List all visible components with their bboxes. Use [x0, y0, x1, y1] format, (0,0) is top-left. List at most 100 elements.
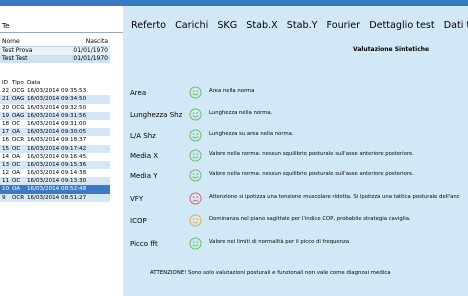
- metric-description: Valore nei limiti di normalità per il pi…: [209, 239, 350, 245]
- exam-id: 19: [2, 112, 10, 119]
- col-name-header[interactable]: Nome: [2, 38, 56, 46]
- smiley-happy-icon: [189, 237, 202, 250]
- exam-type: OAG: [12, 112, 25, 119]
- exam-row[interactable]: 21 OAG 16/03/2014 09:34:50: [0, 95, 110, 104]
- report-row: ICOP Dominanza nel piano sagittale per l'…: [123, 214, 468, 232]
- col-birth-header[interactable]: Nascita: [56, 38, 110, 46]
- exam-type: OC: [12, 120, 21, 127]
- tab-referto[interactable]: Referto: [131, 20, 166, 31]
- exam-id: 9: [2, 194, 6, 201]
- sidebar: Te Nome Nascita Test Prova 01/01/1970 Te…: [0, 6, 123, 296]
- patient-name: Test Test: [2, 55, 28, 62]
- exam-id: 20: [2, 104, 10, 111]
- col-id-header[interactable]: ID: [2, 79, 12, 87]
- exam-date: 16/03/2014 09:30:05: [27, 129, 87, 136]
- exam-row[interactable]: 22 OCG 16/03/2014 09:35:53: [0, 87, 110, 95]
- patient-row[interactable]: Test Prova 01/01/1970: [0, 47, 110, 55]
- disclaimer-text: ATTENZIONE! Sono solo valutazioni postur…: [150, 270, 391, 276]
- patient-name: Test Prova: [2, 47, 33, 54]
- exam-type: OCG: [12, 88, 25, 95]
- tab-carichi[interactable]: Carichi: [175, 20, 208, 31]
- smiley-happy-icon: [189, 149, 202, 162]
- smiley-happy-icon: [189, 108, 202, 121]
- exam-row[interactable]: 18 OC 16/03/2014 09:31:00: [0, 120, 110, 128]
- search-input[interactable]: Te: [0, 20, 123, 33]
- exam-type: OC: [12, 178, 21, 185]
- metric-description: Attenzione si ipotizza una tensione musc…: [209, 194, 460, 200]
- exam-row[interactable]: 14 OA 16/03/2014 09:16:45: [0, 153, 110, 161]
- exam-type: OCG: [12, 104, 25, 111]
- exam-type: OA: [12, 170, 21, 177]
- metric-label: Media Y: [130, 172, 158, 180]
- report-row: L/A Shz Lunghezza su area nella norma.: [123, 129, 468, 147]
- exam-id: 12: [2, 170, 10, 177]
- exams-header: ID Tipo Data: [0, 79, 110, 87]
- exam-row[interactable]: 9 OCR 16/03/2014 08:51:27: [0, 193, 110, 202]
- report-row: Media X Valore nella norma: nessun squili…: [123, 149, 468, 167]
- tab-bar: Referto Carichi SKG Stab.X Stab.Y Fourie…: [131, 20, 468, 31]
- exam-date: 16/03/2014 09:34:50: [27, 96, 87, 103]
- exam-date: 16/03/2014 09:13:30: [27, 178, 87, 185]
- patient-row[interactable]: Test Test 01/01/1970: [0, 55, 110, 63]
- section-title: Valutazione Sintetiche: [353, 46, 430, 53]
- metric-description: Lunghezza nella norma.: [209, 110, 273, 116]
- report-row: Picco fft Valore nei limiti di normalità …: [123, 237, 468, 255]
- exam-row[interactable]: 13 OC 16/03/2014 09:15:36: [0, 160, 110, 170]
- exam-id: 17: [2, 129, 10, 136]
- exam-id: 22: [2, 88, 10, 95]
- tab-dettaglio-test[interactable]: Dettaglio test: [369, 20, 434, 31]
- report-row: Media Y Valore nella norma: nessun squili…: [123, 169, 468, 187]
- col-type-header[interactable]: Tipo: [12, 79, 27, 87]
- report-row: Area Area nella norma: [123, 86, 468, 104]
- metric-description: Valore nella norma: nessun squilibrio po…: [209, 151, 414, 157]
- exam-row[interactable]: 20 OCG 16/03/2014 09:32:50: [0, 104, 110, 112]
- smiley-neutral-icon: [189, 214, 202, 227]
- tab-stab-y[interactable]: Stab.Y: [287, 20, 318, 31]
- exam-row[interactable]: 12 OA 16/03/2014 09:14:38: [0, 169, 110, 177]
- exam-date: 16/03/2014 09:17:42: [27, 145, 87, 152]
- report-row: Lunghezza Shz Lunghezza nella norma.: [123, 108, 468, 126]
- exam-id: 10: [2, 186, 10, 193]
- tab-dati-test[interactable]: Dati test: [444, 20, 468, 31]
- exam-row[interactable]: 16 OCR 16/03/2014 09:18:37: [0, 136, 110, 144]
- exams-table: ID Tipo Data 22 OCG 16/03/2014 09:35:53 21 O…: [0, 79, 110, 202]
- exam-type: OA: [12, 129, 21, 136]
- exam-row[interactable]: 10 OA 16/03/2014 08:52:48: [0, 185, 110, 194]
- exam-id: 14: [2, 153, 10, 160]
- exam-date: 16/03/2014 09:16:45: [27, 153, 87, 160]
- metric-description: Dominanza nel piano sagittale per l'indi…: [209, 216, 411, 222]
- patient-birth: 01/01/1970: [73, 55, 108, 62]
- metric-label: Lunghezza Shz: [130, 111, 183, 119]
- exam-type: OCR: [12, 137, 25, 144]
- tab-skg[interactable]: SKG: [217, 20, 237, 31]
- exam-row[interactable]: 11 OC 16/03/2014 09:13:30: [0, 177, 110, 186]
- smiley-happy-icon: [189, 129, 202, 142]
- exam-id: 13: [2, 161, 10, 168]
- exam-row[interactable]: 17 OA 16/03/2014 09:30:05: [0, 128, 110, 137]
- tab-fourier[interactable]: Fourier: [327, 20, 361, 31]
- exam-date: 16/03/2014 08:51:27: [27, 194, 87, 201]
- smiley-happy-icon: [189, 86, 202, 99]
- exam-date: 16/03/2014 09:32:50: [27, 104, 87, 111]
- metric-description: Valore nella norma: nessun squilibrio po…: [209, 171, 414, 177]
- metric-description: Lunghezza su area nella norma.: [209, 131, 294, 137]
- exam-type: OA: [12, 186, 21, 193]
- exam-row[interactable]: 19 OAG 16/03/2014 09:31:56: [0, 111, 110, 120]
- report-row: VFY Attenzione si ipotizza una tensione m…: [123, 192, 468, 210]
- metric-label: L/A Shz: [130, 132, 156, 140]
- exam-date: 16/03/2014 09:35:53: [27, 88, 87, 95]
- exam-type: OAG: [12, 96, 25, 103]
- metric-label: Area: [130, 89, 147, 97]
- smiley-sad-icon: [189, 192, 202, 205]
- col-date-header[interactable]: Data: [27, 79, 110, 87]
- exam-row[interactable]: 15 OC 16/03/2014 09:17:42: [0, 144, 110, 153]
- metric-description: Area nella norma: [209, 88, 255, 94]
- tab-stab-x[interactable]: Stab.X: [246, 20, 277, 31]
- exam-type: OC: [12, 161, 21, 168]
- metric-label: Picco fft: [130, 240, 158, 248]
- patients-table: Nome Nascita Test Prova 01/01/1970 Test …: [0, 38, 110, 63]
- exam-type: OCR: [12, 194, 25, 201]
- exam-type: OC: [12, 145, 21, 152]
- metric-label: ICOP: [130, 217, 147, 225]
- exam-id: 16: [2, 137, 10, 144]
